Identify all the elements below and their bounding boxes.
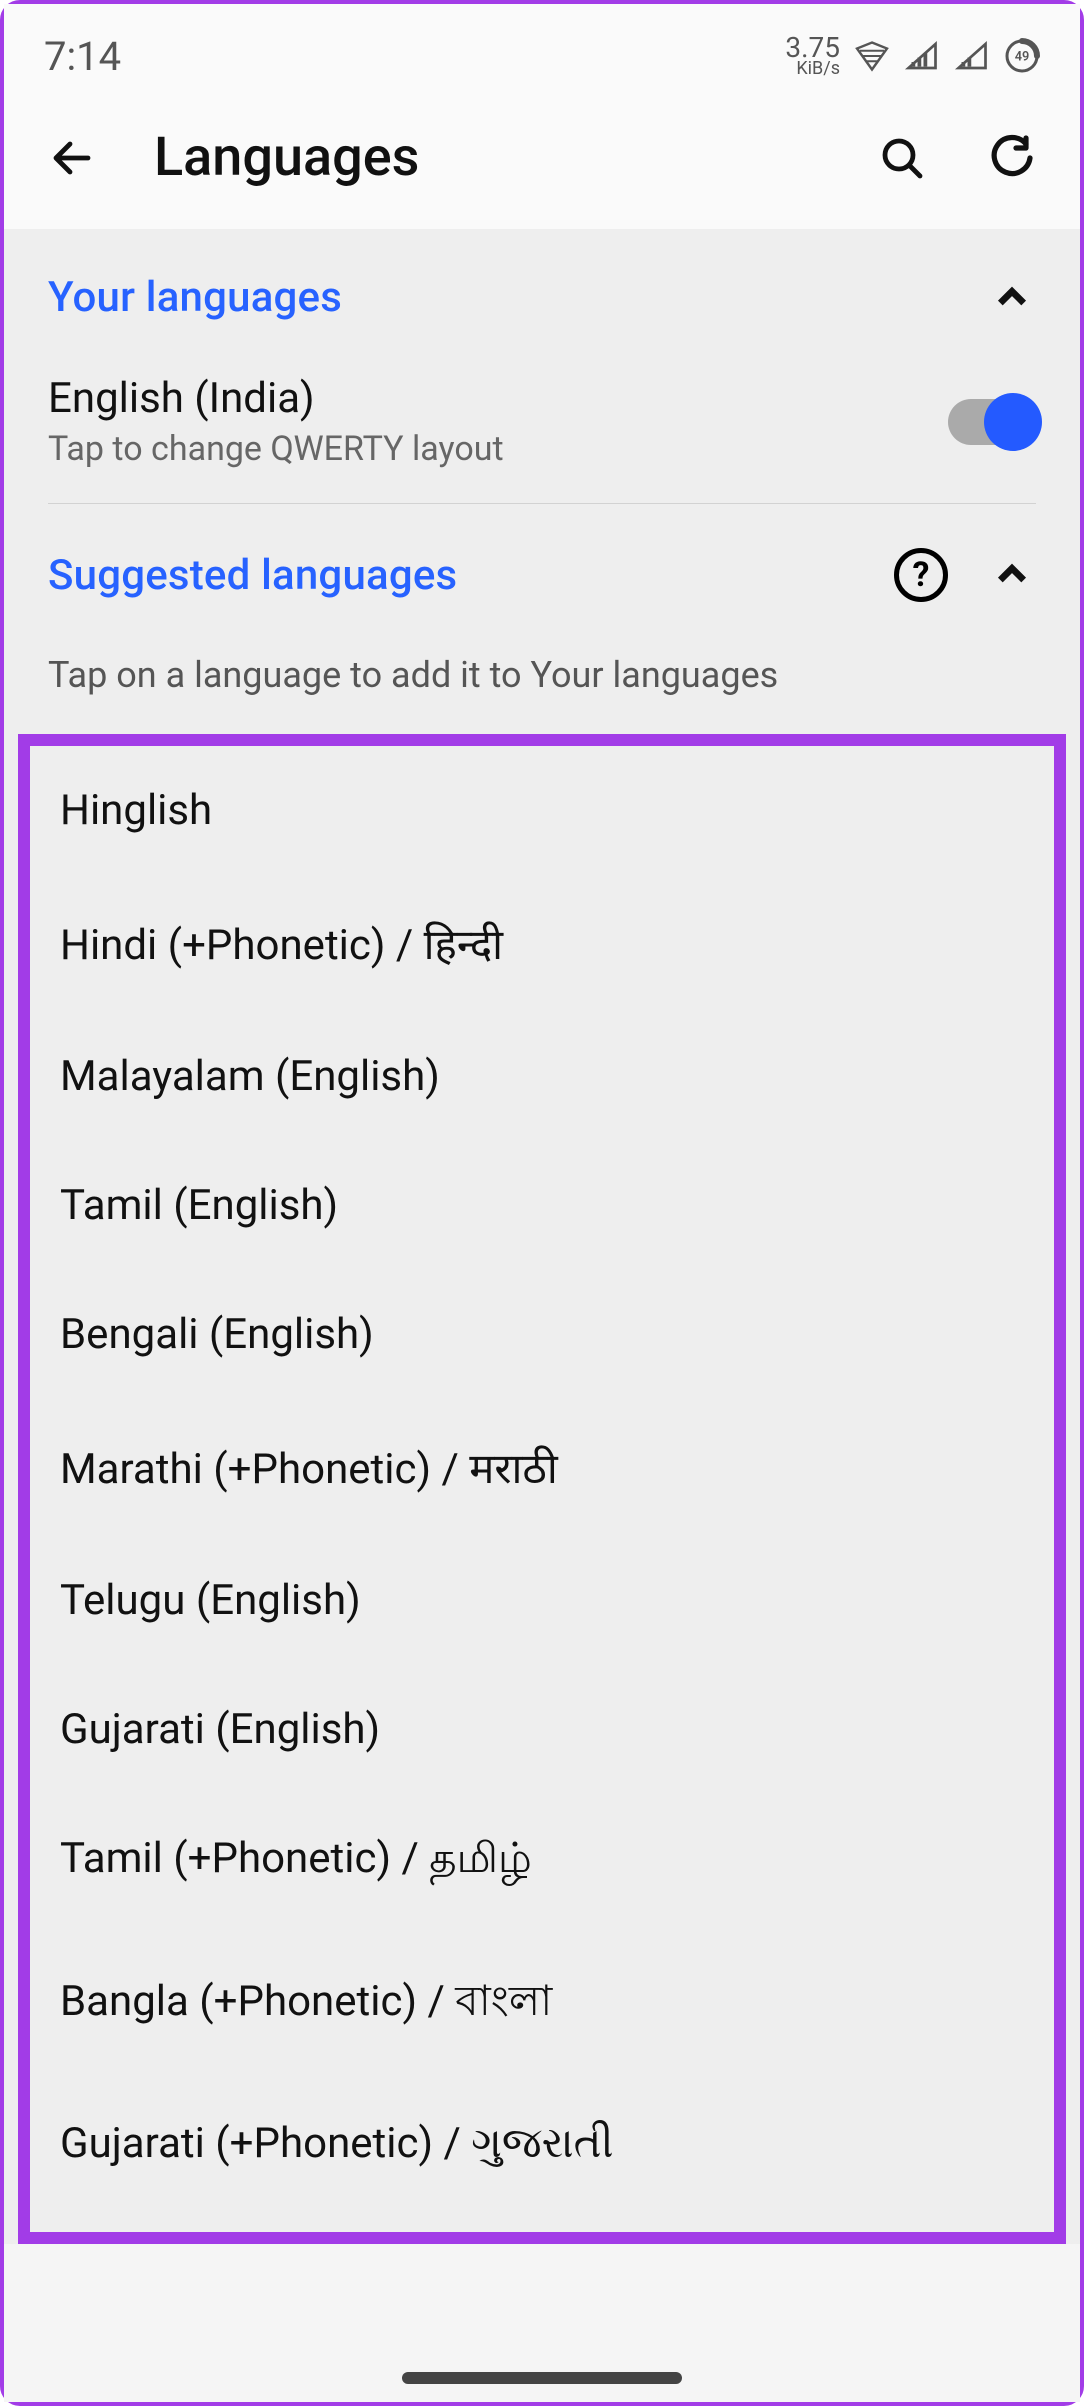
wifi-icon [854,38,890,74]
signal-icon [904,38,940,74]
battery-icon: 49 [1004,38,1040,74]
your-language-item[interactable]: English (India) Tap to change QWERTY lay… [4,344,1080,503]
back-button[interactable] [44,130,100,186]
signal-icon-2 [954,38,990,74]
suggested-language-item[interactable]: Telugu (English) [30,1536,1054,1665]
suggested-language-item[interactable]: Tamil (English) [30,1141,1054,1270]
help-icon[interactable]: ? [894,548,948,602]
app-bar: Languages [4,100,1080,229]
svg-text:49: 49 [1015,50,1030,65]
suggested-language-item[interactable]: Malayalam (English) [30,1012,1054,1141]
network-speed: 3.75 KiB/s [785,35,840,76]
suggested-language-item[interactable]: Gujarati (English) [30,1665,1054,1794]
chevron-up-icon [988,274,1036,322]
language-name: English (India) [48,374,504,423]
suggested-language-item[interactable]: Gujarati (+Phonetic) / ગુજરાતી [30,2079,1054,2208]
refresh-button[interactable] [984,130,1040,186]
status-time: 7:14 [44,33,121,80]
suggested-language-item[interactable]: Hindi (+Phonetic) / हिन्दी [30,875,1054,1012]
suggested-language-item[interactable]: Hinglish [30,746,1054,875]
page-title: Languages [154,126,820,189]
your-languages-header[interactable]: Your languages [4,229,1080,344]
suggested-language-item[interactable]: Bengali (English) [30,1270,1054,1399]
status-bar: 7:14 3.75 KiB/s 49 [4,4,1080,100]
suggested-language-item[interactable]: Bangla (+Phonetic) / বাংলা [30,1928,1054,2079]
suggested-language-item[interactable]: Tamil (+Phonetic) / தமிழ் [30,1794,1054,1928]
suggested-languages-header[interactable]: Suggested languages ? [4,504,1080,624]
search-button[interactable] [874,130,930,186]
language-sub: Tap to change QWERTY layout [48,429,504,469]
suggested-hint: Tap on a language to add it to Your lang… [4,624,1080,716]
your-languages-label: Your languages [48,273,342,322]
suggested-languages-label: Suggested languages [48,551,457,600]
language-toggle[interactable] [948,399,1036,445]
chevron-up-icon [988,551,1036,599]
suggested-list: Hinglish Hindi (+Phonetic) / हिन्दी Mala… [18,734,1066,2244]
navigation-pill[interactable] [402,2372,682,2384]
suggested-language-item[interactable]: Marathi (+Phonetic) / मराठी [30,1399,1054,1536]
